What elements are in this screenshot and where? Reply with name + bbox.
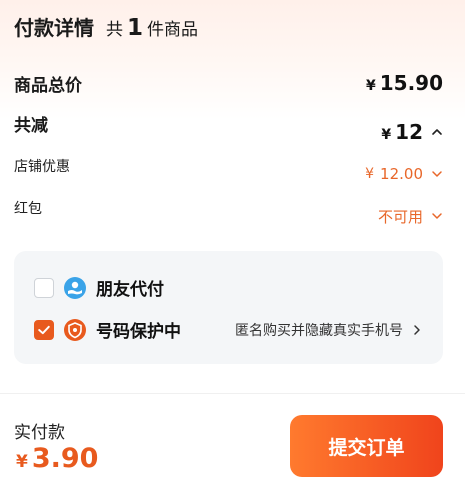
actual-payment-value: 3.90	[31, 443, 99, 474]
item-count: 共 1 件商品	[106, 15, 198, 41]
red-packet-label: 红包	[14, 201, 42, 217]
discount-total-row[interactable]: 共减 ¥ 12	[14, 111, 443, 144]
red-packet-row[interactable]: 红包 不可用	[14, 198, 443, 226]
number-protection-label: 号码保护中	[96, 322, 181, 342]
page-title: 付款详情	[14, 16, 94, 40]
checkmark-icon	[38, 325, 50, 334]
hand-coin-icon	[64, 276, 86, 299]
friend-pay-option[interactable]: 朋友代付	[34, 275, 423, 300]
number-protection-checkbox[interactable]	[34, 319, 54, 340]
actual-payment-label: 实付款	[14, 423, 65, 443]
chevron-right-icon	[411, 324, 423, 336]
discount-total-amount: ¥ 12	[381, 120, 423, 144]
chevron-down-icon[interactable]	[431, 168, 443, 180]
goods-total-row: 商品总价 ¥ 15.90	[14, 69, 443, 97]
phone-shield-icon	[64, 318, 86, 341]
number-protection-option[interactable]: 号码保护中 匿名购买并隐藏真实手机号	[34, 317, 423, 342]
chevron-up-icon[interactable]	[431, 126, 443, 138]
discount-total-label: 共减	[14, 116, 48, 136]
discount-total-currency: ¥	[381, 127, 392, 143]
item-count-suffix: 件商品	[147, 20, 199, 40]
goods-total-value: 15.90	[379, 71, 443, 95]
shop-discount-amount: ¥ 12.00	[365, 165, 443, 183]
red-packet-value: 不可用	[377, 207, 423, 226]
actual-payment-amount: ¥ 3.90	[16, 443, 98, 474]
goods-total-label: 商品总价	[14, 75, 82, 96]
item-count-prefix: 共	[106, 20, 123, 40]
shop-discount-currency: ¥	[365, 166, 375, 182]
payment-details-header: 付款详情 共 1 件商品	[14, 12, 198, 46]
goods-total-amount: ¥ 15.90	[366, 71, 443, 95]
goods-total-currency: ¥	[365, 78, 376, 94]
red-packet-status: 不可用	[378, 206, 443, 227]
number-protection-link[interactable]: 匿名购买并隐藏真实手机号	[235, 320, 423, 340]
chevron-down-icon[interactable]	[431, 210, 443, 222]
payment-options-card: 朋友代付 号码保护中 匿名购买并隐藏真实手机号	[14, 251, 443, 364]
actual-payment-currency: ¥	[16, 452, 28, 472]
item-count-number: 1	[127, 15, 144, 41]
number-protection-link-text: 匿名购买并隐藏真实手机号	[235, 322, 403, 339]
shop-discount-value: 12.00	[380, 165, 423, 183]
discount-total-value: 12	[395, 120, 423, 144]
footer-divider	[0, 393, 465, 394]
friend-pay-label: 朋友代付	[96, 280, 164, 300]
shop-discount-row[interactable]: 店铺优惠 ¥ 12.00	[14, 156, 443, 183]
submit-order-button[interactable]: 提交订单	[290, 415, 443, 477]
friend-pay-checkbox[interactable]	[34, 277, 54, 298]
shop-discount-label: 店铺优惠	[14, 159, 70, 175]
